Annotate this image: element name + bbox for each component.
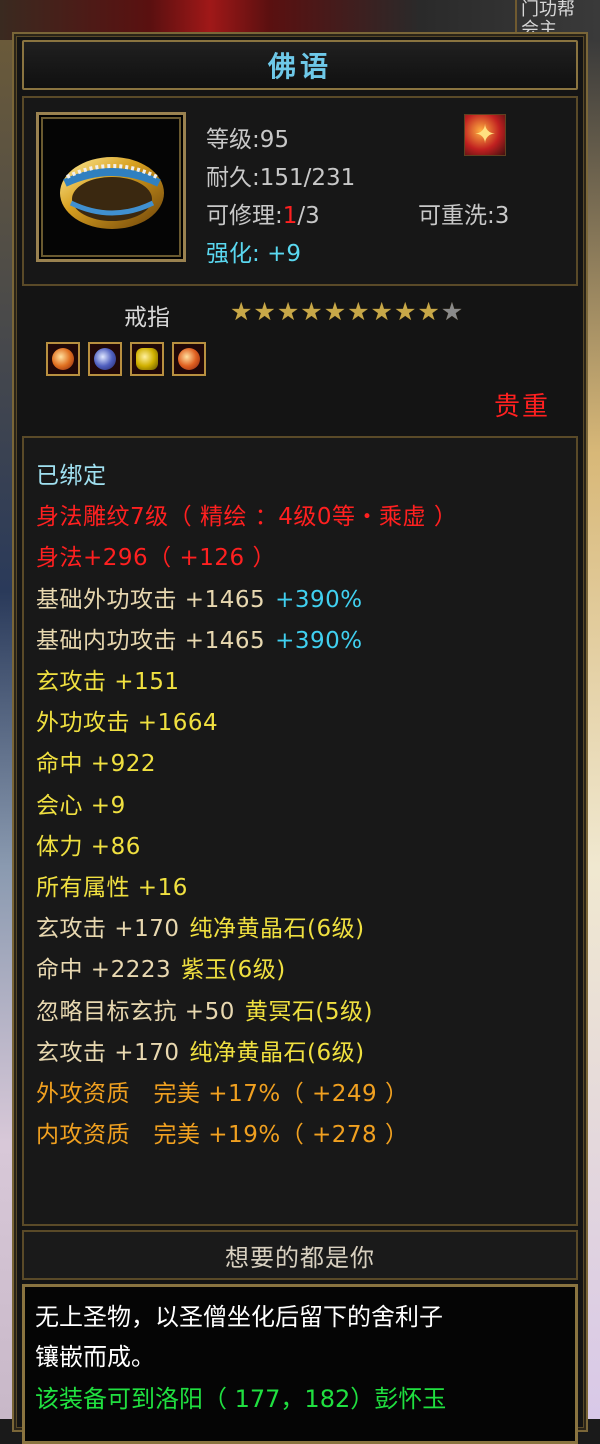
durability-label: 耐久 [206, 165, 252, 191]
gem-sockets [46, 342, 206, 376]
star-filled-icon: ★ [300, 297, 323, 326]
attribute-row: 忽略目标玄抗 +50 黄冥石(5级) [36, 992, 373, 1026]
repair-total: /3 [297, 203, 320, 229]
attribute-percent-bonus: +390% [275, 627, 363, 654]
orange-gem-icon [172, 342, 206, 376]
description-panel: 无上圣物，以圣僧坐化后留下的舍利子 镶嵌而成。 该装备可到洛阳（ 177，182… [22, 1284, 578, 1444]
star-empty-icon: ★ [440, 297, 464, 326]
star-filled-icon: ★ [230, 297, 253, 326]
description-line: 镶嵌而成。 [35, 1343, 155, 1371]
attribute-row: 玄攻击 +151 [36, 662, 179, 696]
repair-used: 1 [282, 203, 298, 229]
ring-icon [60, 157, 164, 229]
attribute-text: 基础外功攻击 +1465 [36, 586, 266, 613]
attribute-row: 所有属性 +16 [36, 868, 188, 902]
attribute-text: 已绑定 [36, 463, 107, 489]
attribute-text: 内攻资质 完美 +19%（ +278 ） [36, 1122, 409, 1149]
attribute-gem-source: 纯净黄晶石(6级) [189, 916, 365, 943]
attribute-text: 体力 +86 [36, 833, 141, 860]
attribute-text: 玄攻击 +170 [36, 1039, 180, 1066]
attribute-row: 基础外功攻击 +1465 +390% [36, 580, 363, 614]
rewash-stat: 可重洗:3 [418, 203, 510, 229]
level-stat: 等级:95 [206, 127, 290, 153]
attribute-text: 玄攻击 +151 [36, 669, 180, 695]
item-header-panel: 等级:95 耐久:151/231 可修理:1/3 可重洗:3 强化: +9 ✦ [22, 96, 578, 286]
description-line: 无上圣物，以圣僧坐化后留下的舍利子 [35, 1303, 443, 1331]
star-rating: ★ ★ ★ ★ ★ ★ ★ ★ ★ ★ [230, 298, 463, 326]
yellow-gem-icon [130, 342, 164, 376]
attribute-gem-source: 紫玉(6级) [181, 957, 286, 984]
attribute-row: 已绑定 [36, 456, 107, 490]
attribute-text: 忽略目标玄抗 +50 [36, 998, 235, 1025]
star-filled-icon: ★ [370, 297, 393, 326]
attribute-row: 玄攻击 +170 纯净黄晶石(6级) [36, 909, 365, 943]
background-scene-right [588, 40, 600, 1419]
attribute-row: 命中 +922 [36, 744, 156, 778]
item-category-panel: 戒指 ★ ★ ★ ★ ★ ★ ★ ★ ★ ★ 贵重 [22, 290, 578, 432]
item-title-bar: 佛语 [22, 40, 578, 90]
attribute-text: 命中 +922 [36, 751, 156, 778]
durability-value: 151/231 [259, 165, 356, 191]
repair-stat: 可修理:1/3 [206, 203, 320, 229]
star-filled-icon: ★ [347, 297, 370, 326]
fire-swirl-icon: ✦ [464, 114, 506, 156]
attribute-text: 玄攻击 +170 [36, 916, 180, 943]
attribute-row: 玄攻击 +170 纯净黄晶石(6级) [36, 1033, 365, 1067]
attribute-text: 外功攻击 +1664 [36, 710, 219, 737]
item-tooltip: 佛语 等级:95 耐久:151/231 可修理:1/3 可重洗:3 强化: +9… [12, 32, 588, 1444]
enhance-stat: 强化: +9 [206, 241, 301, 267]
star-filled-icon: ★ [417, 297, 440, 326]
level-label: 等级 [206, 127, 252, 153]
attribute-text: 身法+296（ +126 ） [36, 545, 276, 572]
durability-stat: 耐久:151/231 [206, 165, 356, 191]
item-category: 戒指 [124, 305, 170, 331]
attribute-text: 命中 +2223 [36, 957, 172, 984]
enhance-label: 强化 [206, 241, 252, 267]
blue-gem-icon [88, 342, 122, 376]
item-name: 佛语 [267, 50, 332, 83]
attribute-text: 基础内功攻击 +1465 [36, 627, 266, 654]
attribute-row: 身法+296（ +126 ） [36, 538, 276, 572]
attribute-row: 会心 +9 [36, 786, 126, 820]
rewash-value: 3 [494, 203, 510, 229]
attribute-text: 会心 +9 [36, 792, 126, 819]
enhance-value: +9 [267, 241, 301, 267]
attribute-text: 身法雕纹7级（ 精绘 ：4级0等・乘虚 ） [36, 504, 458, 531]
attribute-row: 基础内功攻击 +1465 +390% [36, 621, 363, 655]
background-scene-left [0, 40, 12, 1419]
rarity-label: 贵重 [493, 392, 550, 422]
flavor-title: 想要的都是你 [225, 1243, 375, 1272]
attribute-text: 外攻资质 完美 +17%（ +249 ） [36, 1081, 409, 1107]
star-filled-icon: ★ [276, 297, 300, 326]
orange-gem-icon [46, 342, 80, 376]
attribute-gem-source: 黄冥石(5级) [244, 998, 373, 1025]
attribute-row: 体力 +86 [36, 827, 141, 861]
attributes-panel: 已绑定身法雕纹7级（ 精绘 ：4级0等・乘虚 ） 身法+296（ +126 ） 基础… [22, 436, 578, 1226]
item-icon-frame [36, 112, 186, 262]
star-filled-icon: ★ [393, 297, 417, 326]
attribute-row: 外攻资质 完美 +17%（ +249 ） [36, 1074, 409, 1108]
rewash-label: 可重洗 [418, 203, 487, 229]
repair-label: 可修理 [206, 203, 275, 229]
npc-location-line: 该装备可到洛阳（ 177，182）彭怀玉 [35, 1385, 447, 1413]
item-flavor-title: 想要的都是你 [22, 1230, 578, 1280]
attribute-row: 身法雕纹7级（ 精绘 ：4级0等・乘虚 ） [36, 497, 457, 531]
attribute-percent-bonus: +390% [275, 586, 363, 613]
star-filled-icon: ★ [253, 297, 276, 326]
level-value: 95 [259, 127, 290, 153]
attribute-row: 内攻资质 完美 +19%（ +278 ） [36, 1115, 409, 1149]
attribute-gem-source: 纯净黄晶石(6级) [189, 1039, 365, 1066]
attribute-row: 外功攻击 +1664 [36, 703, 218, 737]
attribute-row: 命中 +2223 紫玉(6级) [36, 950, 286, 984]
attribute-text: 所有属性 +16 [36, 875, 188, 901]
star-filled-icon: ★ [323, 297, 347, 326]
